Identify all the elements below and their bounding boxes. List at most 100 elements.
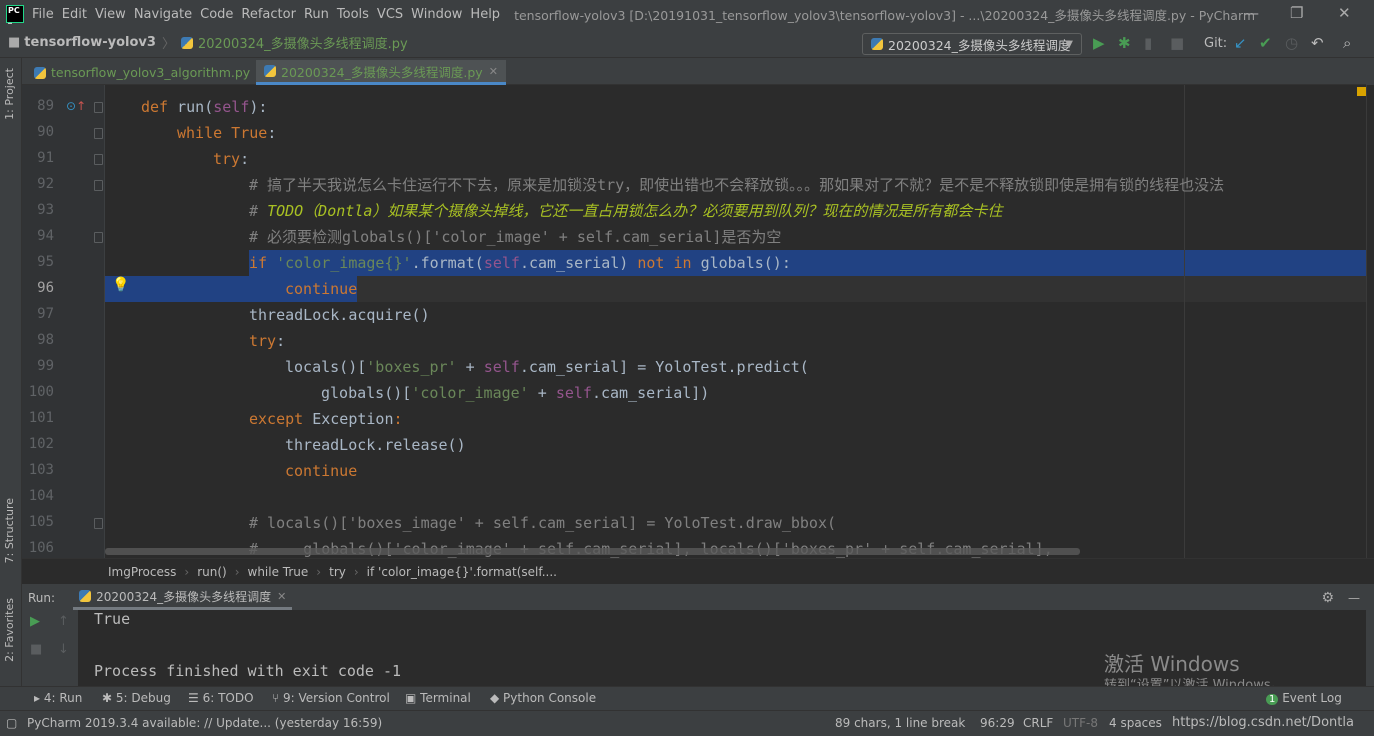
line-separator[interactable]: CRLF — [1023, 716, 1053, 730]
menu-view[interactable]: View — [95, 7, 126, 22]
tab-current-file[interactable]: 20200324_多摄像头多线程调度.py ✕ — [256, 60, 506, 85]
rerun-icon[interactable]: ▶ — [30, 614, 40, 629]
file-encoding[interactable]: UTF-8 — [1063, 716, 1098, 730]
tool-debug[interactable]: ✱ 5: Debug — [102, 691, 171, 705]
stop-icon[interactable]: ■ — [30, 642, 42, 657]
history-icon[interactable]: ◷ — [1285, 34, 1298, 52]
down-arrow-icon[interactable]: ↓ — [58, 642, 69, 657]
breadcrumb-item[interactable]: try — [329, 565, 346, 579]
close-tab-icon[interactable]: ✕ — [489, 65, 498, 78]
search-icon[interactable]: ⌕ — [1343, 34, 1351, 52]
code-line: # 必须要检测globals()['color_image' + self.ca… — [249, 228, 782, 246]
run-tab[interactable]: 20200324_多摄像头多线程调度 ✕ — [73, 585, 293, 610]
run-console[interactable]: ▶ ■ ↑ ↓ True Process finished with exit … — [22, 610, 1366, 693]
line-number: 96 — [37, 280, 54, 296]
stop-icon[interactable]: ■ — [1170, 34, 1184, 52]
project-tool-button[interactable]: 1: Project — [3, 68, 16, 120]
tab-label: tensorflow_yolov3_algorithm.py — [51, 65, 251, 80]
structure-tool-button[interactable]: 7: Structure — [3, 498, 16, 563]
line-number: 101 — [28, 410, 54, 426]
code-editor[interactable]: 89 90 91 92 93 94 95 96 97 98 99 100 101 102 103 104 105… — [22, 85, 1366, 558]
nav-file[interactable]: 20200324_多摄像头多线程调度.py — [198, 33, 408, 52]
fold-marker-icon[interactable] — [94, 232, 103, 243]
code-line: # TODO（Dontla）如果某个摄像头掉线，它还一直占用锁怎么办？必须要用到… — [249, 202, 1003, 220]
menu-vcs[interactable]: VCS — [377, 7, 403, 22]
breadcrumb-item[interactable]: ImgProcess — [108, 565, 176, 579]
favorites-tool-button[interactable]: 2: Favorites — [3, 598, 16, 662]
caret-position[interactable]: 96:29 — [980, 716, 1015, 730]
code-line: try: — [213, 150, 250, 168]
title-bar: PC _ File Edit View Navigate Code Refactor Run T… — [0, 0, 1374, 28]
status-message[interactable]: PyCharm 2019.3.4 available: // Update...… — [27, 716, 382, 730]
fold-marker-icon[interactable] — [94, 518, 103, 529]
breadcrumb-item[interactable]: if 'color_image{}'.format(self.... — [367, 565, 557, 579]
tool-event-log[interactable]: 1 Event Log — [1266, 691, 1342, 705]
tool-terminal[interactable]: ▣ Terminal — [405, 691, 471, 705]
run-config-label: 20200324_多摄像头多线程调度 — [888, 37, 1071, 53]
run-config-select[interactable]: 20200324_多摄像头多线程调度 ▼ — [862, 33, 1082, 55]
menu-navigate[interactable]: Navigate — [134, 7, 192, 22]
gutter: 89 90 91 92 93 94 95 96 97 98 99 100 101 102 103 104 105… — [22, 85, 105, 558]
tab-algorithm[interactable]: tensorflow_yolov3_algorithm.py✕ — [26, 60, 273, 85]
coverage-icon[interactable]: ▮ — [1144, 34, 1152, 52]
line-number: 97 — [37, 306, 54, 322]
minimize-icon[interactable]: — — [1244, 4, 1259, 22]
code-line: while True: — [177, 124, 277, 142]
close-icon[interactable]: ✕ — [1338, 4, 1351, 22]
line-number: 106 — [28, 540, 54, 556]
menu-refactor[interactable]: Refactor — [241, 7, 296, 22]
tool-python-console[interactable]: ◆ Python Console — [490, 691, 596, 705]
python-icon — [79, 590, 92, 602]
menu-code[interactable]: Code — [200, 7, 233, 22]
menu-help[interactable]: Help — [470, 7, 500, 22]
git-label: Git: — [1204, 36, 1228, 51]
horizontal-scrollbar[interactable] — [105, 548, 1080, 555]
error-stripe[interactable] — [1357, 85, 1374, 558]
watermark-url: https://blog.csdn.net/Dontla — [1172, 715, 1354, 730]
minimize-panel-icon[interactable]: — — [1348, 591, 1360, 605]
warning-indicator[interactable] — [1357, 87, 1366, 96]
up-arrow-icon[interactable]: ↑ — [58, 614, 69, 629]
left-tool-strip: 1: Project 7: Structure 2: Favorites — [0, 58, 22, 710]
window-title: tensorflow-yolov3 [D:\20191031_tensorflo… — [514, 7, 1256, 23]
fold-marker-icon[interactable] — [94, 128, 103, 139]
close-tab-icon[interactable]: ✕ — [277, 590, 286, 603]
debug-icon[interactable]: ✱ — [1118, 34, 1131, 52]
line-number: 94 — [37, 228, 54, 244]
tool-version-control[interactable]: ⑂ 9: Version Control — [272, 691, 390, 705]
event-count-badge: 1 — [1266, 694, 1279, 705]
lightbulb-icon[interactable]: 💡 — [112, 277, 129, 293]
indent-setting[interactable]: 4 spaces — [1109, 716, 1162, 730]
override-method-icon[interactable]: ⊙↑ — [66, 99, 86, 113]
fold-marker-icon[interactable] — [94, 180, 103, 191]
tool-run[interactable]: ▸ 4: Run — [34, 691, 82, 705]
tool-todo[interactable]: ☰ 6: TODO — [188, 691, 254, 705]
menu-edit[interactable]: Edit — [62, 7, 87, 22]
menu-window[interactable]: Window — [411, 7, 462, 22]
git-update-icon[interactable]: ↙ — [1234, 34, 1247, 52]
line-number: 89 — [37, 98, 54, 114]
git-commit-icon[interactable]: ✔ — [1259, 34, 1272, 52]
fold-marker-icon[interactable] — [94, 154, 103, 165]
tool-window-bar: ▸ 4: Run ✱ 5: Debug ☰ 6: TODO ⑂ 9: Versi… — [0, 686, 1374, 710]
code-line: threadLock.release() — [285, 436, 466, 454]
breadcrumb-item[interactable]: while True — [248, 565, 309, 579]
rollback-icon[interactable]: ↶ — [1311, 34, 1324, 52]
line-number: 95 — [37, 254, 54, 270]
line-number: 98 — [37, 332, 54, 348]
menu-tools[interactable]: Tools — [337, 7, 369, 22]
nav-project[interactable]: tensorflow-yolov3 — [24, 35, 156, 50]
menu-file[interactable]: File — [32, 7, 54, 22]
code-line: def run(self): — [141, 98, 268, 116]
line-number: 92 — [37, 176, 54, 192]
line-number: 93 — [37, 202, 54, 218]
navigation-bar: ■ tensorflow-yolov3 〉 20200324_多摄像头多线程调度… — [0, 28, 1374, 58]
menu-run[interactable]: Run — [304, 7, 329, 22]
breadcrumb-item[interactable]: run() — [197, 565, 227, 579]
code-line: try: — [249, 332, 286, 350]
run-icon[interactable]: ▶ — [1093, 34, 1105, 52]
code-breadcrumb: ImgProcess › run() › while True › try › if 'colo… — [22, 558, 1374, 584]
fold-marker-icon[interactable] — [94, 102, 103, 113]
gear-icon[interactable]: ⚙ — [1321, 590, 1334, 606]
restore-icon[interactable]: ❐ — [1290, 4, 1303, 22]
